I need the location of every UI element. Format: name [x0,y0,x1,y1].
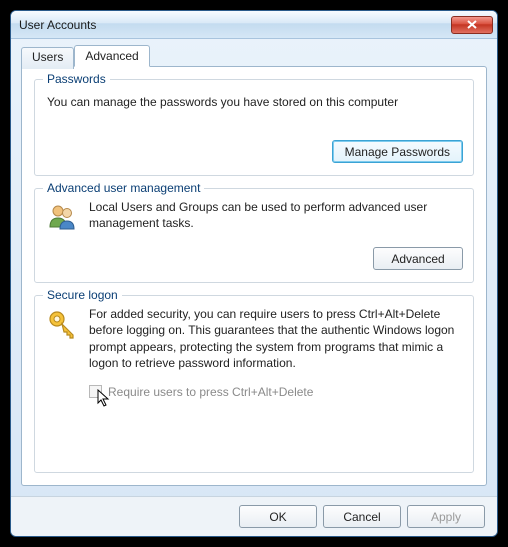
checkbox-icon [89,385,102,398]
apply-button: Apply [407,505,485,528]
advanced-button[interactable]: Advanced [373,247,463,270]
cancel-button[interactable]: Cancel [323,505,401,528]
close-button[interactable] [451,16,493,34]
users-icon [45,199,79,233]
require-cad-checkbox: Require users to press Ctrl+Alt+Delete [89,385,463,399]
tabstrip: Users Advanced [21,45,487,67]
tab-users[interactable]: Users [21,47,74,69]
manage-passwords-button[interactable]: Manage Passwords [332,140,463,163]
key-icon [45,306,79,371]
tab-panel-advanced: Passwords You can manage the passwords y… [21,66,487,486]
close-icon [467,20,477,29]
window-title: User Accounts [19,18,451,32]
require-cad-label: Require users to press Ctrl+Alt+Delete [108,385,313,399]
titlebar[interactable]: User Accounts [11,11,497,39]
client-area: Users Advanced Passwords You can manage … [11,39,497,496]
user-accounts-dialog: User Accounts Users Advanced Passwords Y… [10,10,498,537]
group-advanced-user-management: Advanced user management Local Users and… [34,188,474,283]
aum-text: Local Users and Groups can be used to pe… [89,199,463,233]
secure-text: For added security, you can require user… [89,306,463,371]
passwords-text: You can manage the passwords you have st… [45,90,463,110]
ok-button[interactable]: OK [239,505,317,528]
group-passwords: Passwords You can manage the passwords y… [34,79,474,176]
group-passwords-label: Passwords [43,72,110,86]
group-secure-logon: Secure logon For added security, you can… [34,295,474,473]
group-secure-label: Secure logon [43,288,122,302]
tab-advanced[interactable]: Advanced [74,45,149,67]
group-aum-label: Advanced user management [43,181,204,195]
dialog-button-row: OK Cancel Apply [11,496,497,536]
